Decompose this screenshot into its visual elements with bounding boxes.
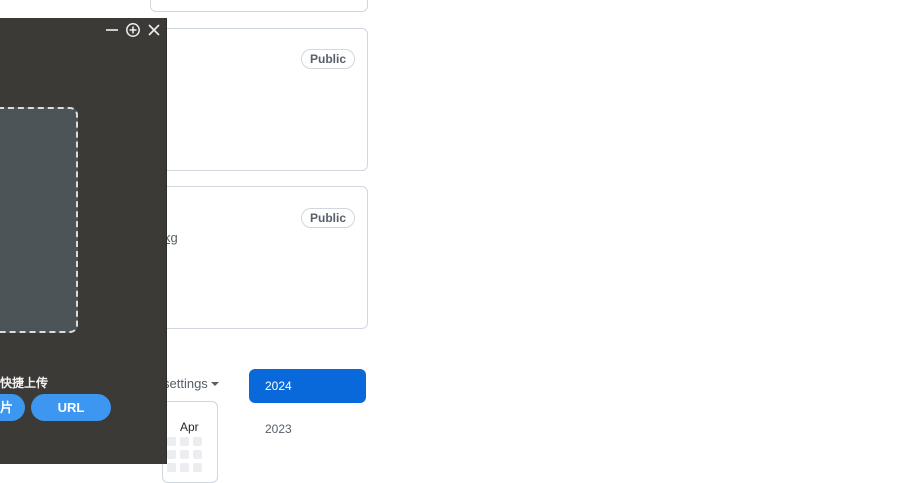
settings-label: settings bbox=[163, 376, 208, 391]
contribution-cell[interactable] bbox=[193, 450, 202, 459]
contribution-cell[interactable] bbox=[167, 450, 176, 459]
caret-down-icon bbox=[210, 382, 219, 386]
close-icon[interactable] bbox=[146, 22, 162, 38]
year-2024-button[interactable]: 2024 bbox=[249, 369, 366, 403]
upload-drop-zone[interactable] bbox=[0, 107, 78, 333]
add-circle-icon[interactable] bbox=[125, 22, 141, 38]
contribution-cell[interactable] bbox=[193, 463, 202, 472]
contribution-cell[interactable] bbox=[180, 463, 189, 472]
contribution-cell[interactable] bbox=[167, 437, 176, 446]
repo-card-top bbox=[150, 0, 368, 12]
repo-card: Public bbox=[150, 28, 368, 171]
contribution-settings-button[interactable]: settings bbox=[163, 376, 219, 391]
contribution-cell[interactable] bbox=[193, 437, 202, 446]
quick-upload-title: 快捷上传 bbox=[0, 376, 49, 390]
contribution-cell[interactable] bbox=[180, 450, 189, 459]
visibility-badge: Public bbox=[301, 208, 356, 228]
repo-card: Public kg bbox=[150, 186, 368, 329]
month-label: Apr bbox=[180, 420, 199, 434]
minimize-icon[interactable] bbox=[104, 22, 120, 38]
contribution-cell[interactable] bbox=[180, 437, 189, 446]
quick-upload-panel: 快捷上传 图片 URL bbox=[0, 18, 166, 464]
url-upload-button[interactable]: URL bbox=[31, 394, 111, 421]
year-2023-link[interactable]: 2023 bbox=[265, 422, 292, 436]
contribution-cell[interactable] bbox=[167, 463, 176, 472]
visibility-badge: Public bbox=[301, 49, 356, 69]
repo-link[interactable]: kg bbox=[164, 230, 178, 245]
image-upload-button[interactable]: 图片 bbox=[0, 394, 25, 421]
contribution-calendar: Apr bbox=[162, 401, 218, 483]
